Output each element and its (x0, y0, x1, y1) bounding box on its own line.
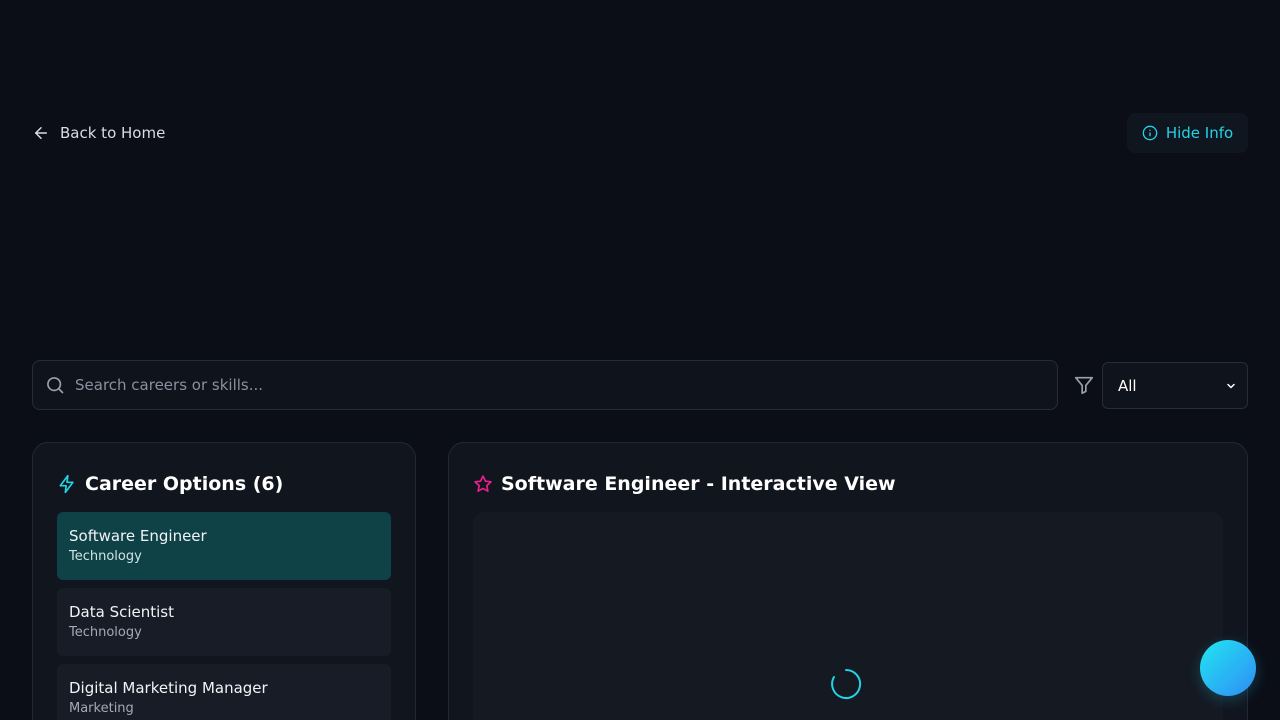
hide-info-label: Hide Info (1165, 124, 1234, 142)
career-item-name: Software Engineer (69, 527, 207, 545)
floating-action-button[interactable] (1200, 640, 1256, 696)
career-item-software-engineer[interactable]: Software Engineer Technology (57, 512, 391, 580)
info-icon (1142, 125, 1158, 141)
chevron-down-icon (1227, 383, 1235, 388)
search-input[interactable] (75, 361, 1057, 409)
career-options-panel: Career Options (6) Software Engineer Tec… (32, 442, 416, 720)
career-item-category: Marketing (69, 701, 134, 716)
spinner-icon (831, 668, 862, 699)
interactive-view-heading: Software Engineer - Interactive View (473, 471, 1223, 497)
filter-icon (1074, 376, 1094, 395)
career-item-category: Technology (69, 625, 142, 640)
hide-info-button[interactable]: Hide Info (1127, 113, 1248, 153)
category-select-value: All (1118, 376, 1137, 395)
star-icon (474, 475, 492, 492)
category-select[interactable]: All (1102, 362, 1248, 409)
career-options-title: Career Options (6) (85, 473, 284, 495)
lightning-icon (59, 474, 74, 494)
interactive-view-title: Software Engineer - Interactive View (501, 473, 896, 495)
career-item-name: Digital Marketing Manager (69, 679, 268, 697)
back-to-home-label: Back to Home (60, 124, 166, 142)
interactive-view-panel: Software Engineer - Interactive View (448, 442, 1248, 720)
search-icon (47, 377, 64, 394)
arrow-left-icon (35, 127, 47, 139)
career-item-data-scientist[interactable]: Data Scientist Technology (57, 588, 391, 656)
career-item-digital-marketing-manager[interactable]: Digital Marketing Manager Marketing (57, 664, 391, 720)
career-item-category: Technology (69, 549, 142, 564)
interactive-viewer[interactable] (473, 512, 1223, 720)
career-item-name: Data Scientist (69, 603, 174, 621)
search-bar (32, 360, 1058, 410)
career-options-heading: Career Options (6) (57, 471, 391, 497)
career-explorer-page: Back to Home Hide Info All Career Option… (0, 0, 1280, 720)
back-to-home-link[interactable]: Back to Home (32, 120, 165, 146)
